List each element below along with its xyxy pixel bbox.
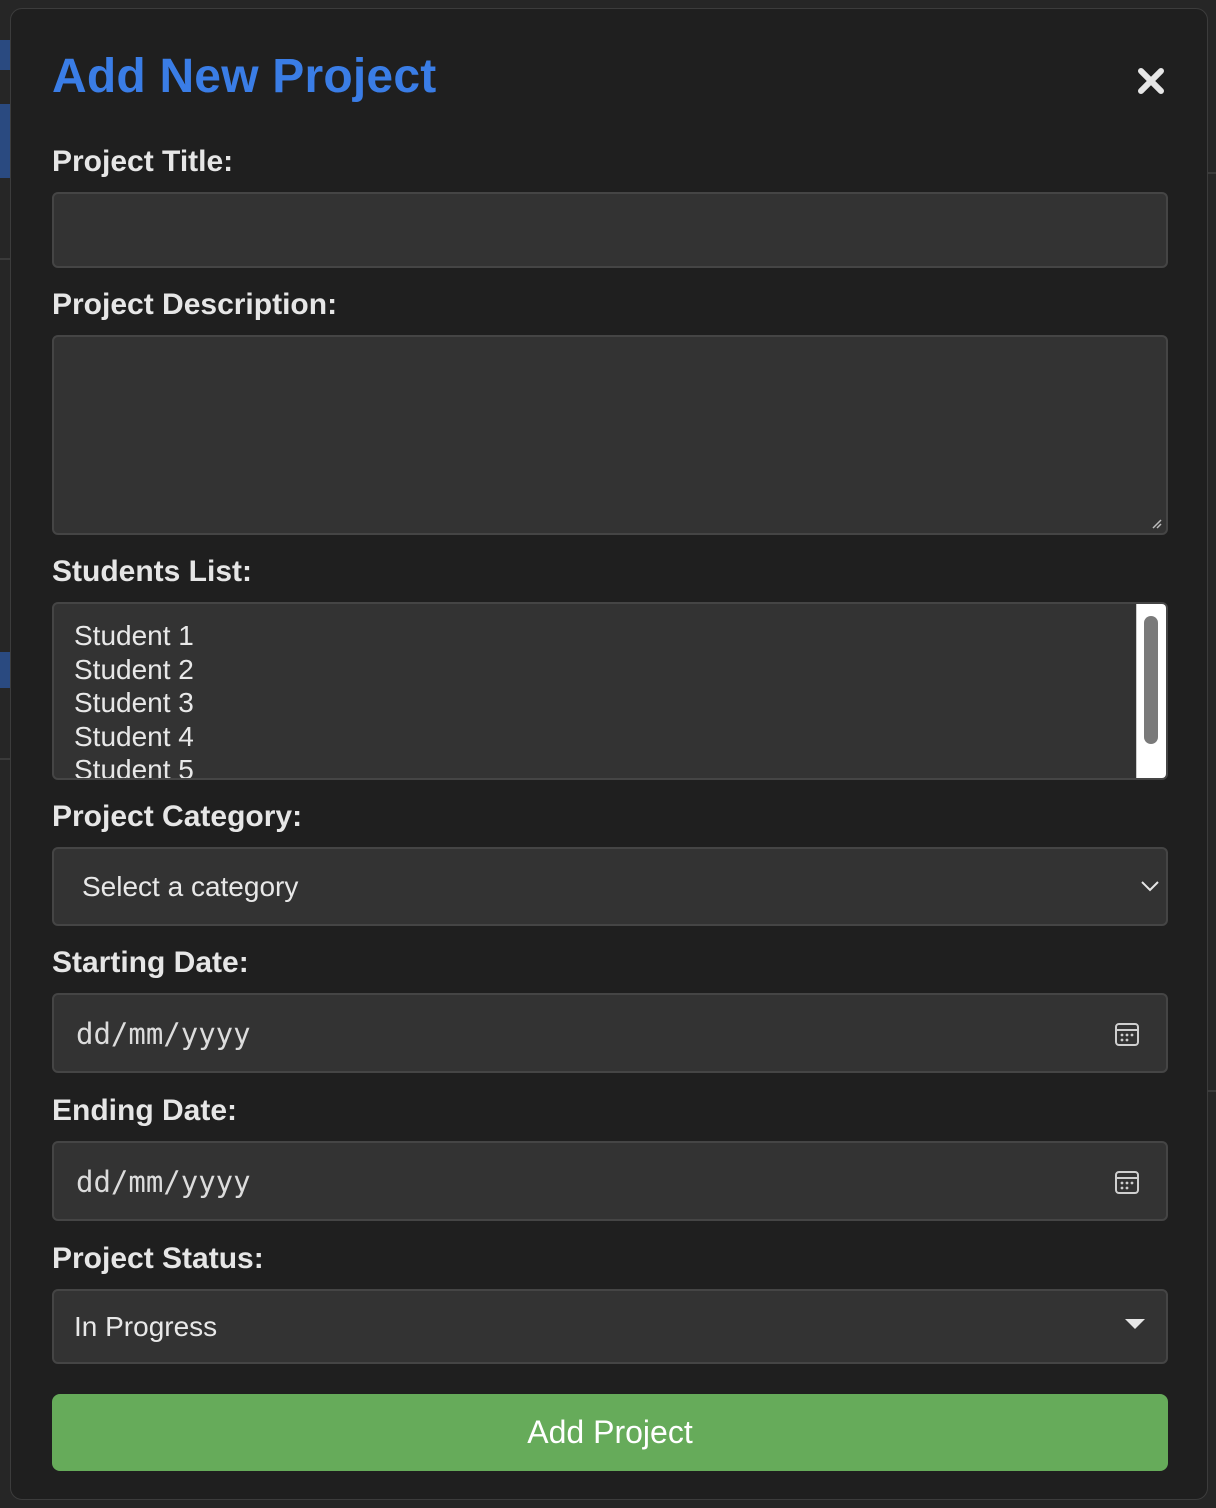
ending-date-input[interactable]: dd/mm/yyyy xyxy=(52,1141,1168,1221)
background-divider xyxy=(0,258,10,260)
add-project-modal: Add New Project Project Title: Project D… xyxy=(10,8,1208,1500)
student-option[interactable]: Student 3 xyxy=(74,687,194,719)
starting-date-placeholder: dd/mm/yyyy xyxy=(76,1017,251,1051)
add-project-button[interactable]: Add Project xyxy=(52,1394,1168,1471)
project-status-label: Project Status: xyxy=(52,1242,264,1275)
background-divider xyxy=(1208,172,1216,174)
background-divider xyxy=(1208,1090,1216,1092)
resize-grip-icon[interactable] xyxy=(1150,517,1162,529)
calendar-icon[interactable] xyxy=(1114,1169,1140,1195)
project-description-textarea[interactable] xyxy=(52,335,1168,535)
close-icon xyxy=(1138,68,1164,94)
project-status-select[interactable]: In Progress xyxy=(52,1289,1168,1364)
project-title-input[interactable] xyxy=(52,192,1168,268)
project-description-label: Project Description: xyxy=(52,288,338,321)
students-listbox[interactable]: Student 1 Student 2 Student 3 Student 4 … xyxy=(52,602,1168,780)
category-selected-value: Select a category xyxy=(82,871,299,902)
student-option[interactable]: Student 4 xyxy=(74,721,194,753)
background-element xyxy=(0,652,10,688)
chevron-down-icon xyxy=(1141,881,1159,892)
background-element xyxy=(0,40,10,70)
students-list-label: Students List: xyxy=(52,555,252,588)
ending-date-label: Ending Date: xyxy=(52,1094,237,1127)
project-category-select[interactable]: Select a category xyxy=(52,847,1168,926)
project-title-label: Project Title: xyxy=(52,145,234,178)
student-option[interactable]: Student 2 xyxy=(74,654,194,686)
status-selected-value: In Progress xyxy=(74,1311,218,1342)
students-scrollbar[interactable] xyxy=(1136,604,1166,778)
student-option[interactable]: Student 1 xyxy=(74,620,194,652)
caret-down-icon xyxy=(1125,1319,1145,1329)
starting-date-input[interactable]: dd/mm/yyyy xyxy=(52,993,1168,1073)
student-option[interactable]: Student 5 xyxy=(74,754,194,778)
calendar-icon[interactable] xyxy=(1114,1021,1140,1047)
scrollbar-thumb[interactable] xyxy=(1144,616,1158,744)
ending-date-placeholder: dd/mm/yyyy xyxy=(76,1165,251,1199)
close-button[interactable] xyxy=(1135,65,1167,97)
modal-title: Add New Project xyxy=(52,50,437,103)
starting-date-label: Starting Date: xyxy=(52,946,249,979)
background-divider xyxy=(0,758,10,760)
project-category-label: Project Category: xyxy=(52,800,303,833)
background-element xyxy=(0,104,10,178)
